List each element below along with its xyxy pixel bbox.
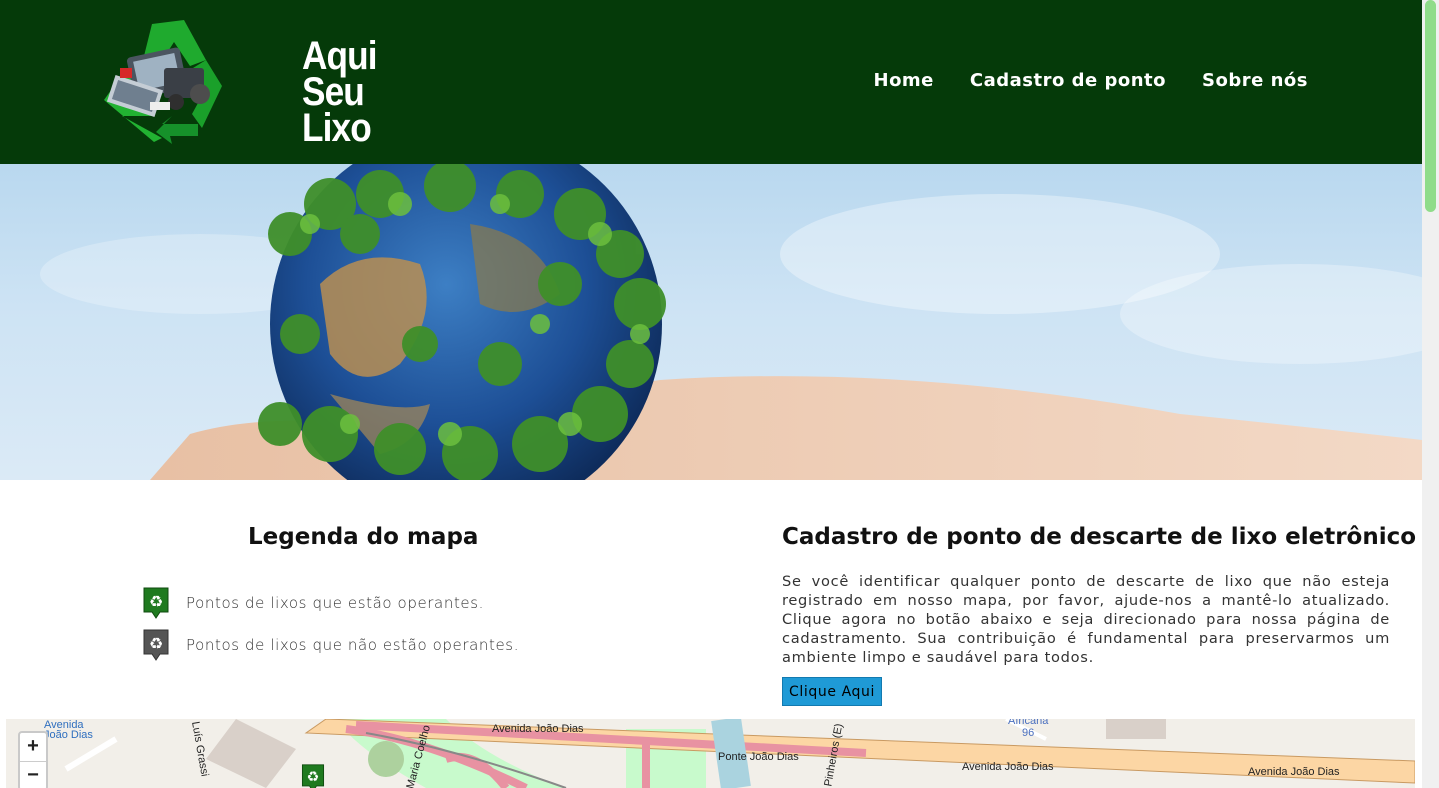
map-label: Africana	[1008, 719, 1049, 727]
map-label: Avenida João Dias	[962, 761, 1054, 773]
legend-item-operating: ♻ Pontos de lixos que estão operantes.	[142, 586, 484, 620]
nav-sobre-nos[interactable]: Sobre nós	[1202, 70, 1308, 91]
main-nav: Home Cadastro de ponto Sobre nós	[874, 70, 1309, 91]
map-label: João Dias	[44, 729, 93, 741]
legend-item-label: Pontos de lixos que estão operantes.	[186, 594, 485, 612]
page-scrollbar[interactable]	[1422, 0, 1439, 788]
recycle-pin-green-icon[interactable]: ♻	[299, 763, 327, 788]
logo[interactable]: Aqui Seu Lixo	[94, 16, 378, 148]
map-label: 96	[1022, 727, 1035, 739]
map-label: Avenida João Dias	[492, 723, 584, 735]
recycle-logo-icon	[104, 20, 222, 144]
earth-in-hand-image	[40, 164, 1422, 480]
zoom-out-button[interactable]: −	[20, 761, 46, 788]
logo-line: Seu	[302, 70, 365, 114]
logo-line: Lixo	[302, 106, 372, 150]
zoom-in-button[interactable]: +	[20, 733, 46, 761]
clique-aqui-button[interactable]: Clique Aqui	[782, 677, 882, 706]
map-label: Avenida João Dias	[1248, 766, 1340, 778]
map-label: Ponte João Dias	[718, 751, 799, 763]
logo-text: Aqui Seu Lixo	[302, 34, 378, 150]
legend-item-not-operating: ♻ Pontos de lixos que não estão operante…	[142, 628, 519, 662]
recycle-pin-gray-icon: ♻	[143, 629, 169, 661]
svg-text:♻: ♻	[307, 770, 320, 786]
scrollbar-thumb[interactable]	[1425, 0, 1436, 212]
legend-item-label: Pontos de lixos que não estão operantes.	[186, 636, 520, 654]
site-header: Aqui Seu Lixo Home Cadastro de ponto Sob…	[0, 0, 1422, 164]
cadastro-description: Se você identificar qualquer ponto de de…	[782, 573, 1390, 666]
nav-home[interactable]: Home	[874, 70, 934, 91]
svg-text:♻: ♻	[149, 592, 163, 611]
map-zoom-control: + −	[18, 731, 48, 788]
hero-banner	[0, 164, 1422, 480]
legend-title: Legenda do mapa	[248, 524, 479, 550]
map[interactable]: Avenida João Dias Avenida João Dias Pont…	[6, 719, 1415, 788]
cadastro-title: Cadastro de ponto de descarte de lixo el…	[782, 524, 1417, 550]
nav-cadastro-de-ponto[interactable]: Cadastro de ponto	[970, 70, 1166, 91]
logo-line: Aqui	[302, 34, 378, 78]
map-tiles	[6, 719, 1415, 788]
svg-text:♻: ♻	[149, 634, 163, 653]
recycle-pin-green-icon: ♻	[143, 587, 169, 619]
